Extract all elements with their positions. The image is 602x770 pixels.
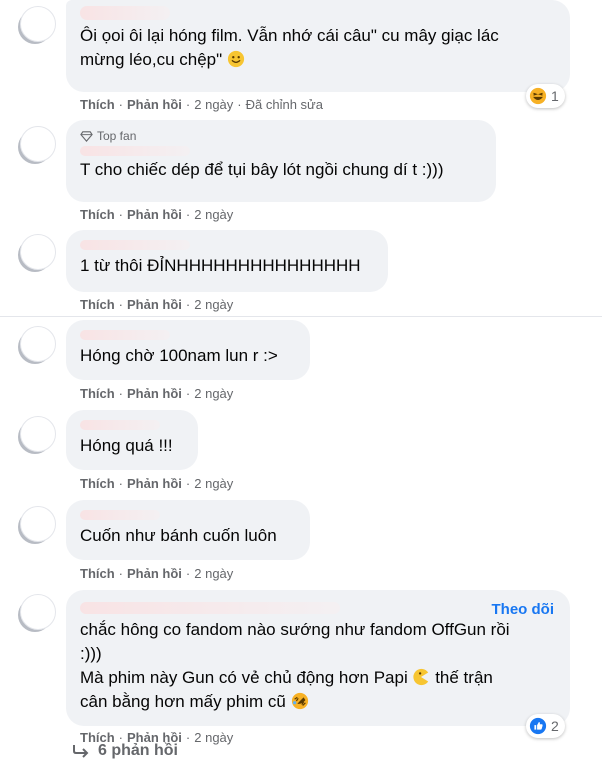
- comment-bubble: 1 từ thôi ĐỈNHHHHHHHHHHHHHHH: [66, 230, 388, 292]
- pacman-emoji-icon: [413, 668, 429, 686]
- avatar[interactable]: [20, 6, 56, 42]
- reply-button[interactable]: Phản hồi: [127, 566, 182, 581]
- comment-text: T cho chiếc dép để tụi bây lót ngồi chun…: [80, 160, 444, 179]
- avatar[interactable]: [20, 416, 56, 452]
- reaction-summary[interactable]: 1: [526, 84, 565, 108]
- reply-arrow-icon: [73, 745, 89, 758]
- timestamp[interactable]: 2 ngày: [194, 386, 233, 401]
- comment-bubble: Ôi ọoi ôi lại hóng film. Vẫn nhớ cái câu…: [66, 0, 570, 92]
- author-name-blurred[interactable]: [80, 330, 170, 340]
- like-button[interactable]: Thích: [80, 297, 115, 312]
- separator: ·: [185, 207, 191, 222]
- avatar[interactable]: [20, 506, 56, 542]
- separator: ·: [118, 97, 124, 112]
- like-button[interactable]: Thích: [80, 476, 115, 491]
- separator: ·: [118, 386, 124, 401]
- replies-count-label: 6 phản hồi: [98, 742, 178, 759]
- comment-text-line: chắc hông co fandom nào sướng như fandom…: [80, 620, 510, 639]
- author-name-blurred[interactable]: [80, 510, 160, 520]
- timestamp[interactable]: 2 ngày: [194, 476, 233, 491]
- comment-actions: Thích · Phản hồi · 2 ngày · Đã chỉnh sửa: [80, 97, 323, 113]
- reaction-count: 2: [551, 718, 559, 734]
- avatar[interactable]: [20, 326, 56, 362]
- haha-reaction-icon: [529, 87, 547, 105]
- separator: ·: [118, 566, 124, 581]
- avatar[interactable]: [20, 594, 56, 630]
- rofl-emoji-icon: [291, 692, 308, 710]
- reaction-count: 1: [551, 88, 559, 104]
- separator: ·: [185, 476, 191, 491]
- timestamp[interactable]: 2 ngày: [194, 297, 233, 312]
- comment-text: Cuốn như bánh cuốn luôn: [80, 526, 277, 545]
- separator: ·: [118, 207, 124, 222]
- comment-actions: Thích · Phản hồi · 2 ngày: [80, 476, 233, 492]
- separator: ·: [185, 566, 191, 581]
- author-name-blurred[interactable]: [80, 420, 160, 430]
- comment-bubble: Hóng chờ 100nam lun r :>: [66, 320, 310, 380]
- avatar[interactable]: [20, 126, 56, 162]
- comment-text-line: mừng léo,cu chệp": [80, 48, 556, 72]
- author-name-blurred[interactable]: [80, 6, 170, 20]
- comment-actions: Thích · Phản hồi · 2 ngày: [80, 566, 233, 582]
- like-reaction-icon: [529, 717, 547, 735]
- author-name-blurred[interactable]: [80, 146, 190, 156]
- diamond-icon: [80, 130, 93, 142]
- comment-text: Hóng quá !!!: [80, 436, 173, 455]
- comment-actions: Thích · Phản hồi · 2 ngày: [80, 297, 233, 313]
- comment-text: 1 từ thôi ĐỈNHHHHHHHHHHHHHHH: [80, 256, 361, 275]
- comment-bubble: Hóng quá !!!: [66, 410, 198, 470]
- reply-button[interactable]: Phản hồi: [127, 297, 182, 312]
- edited-label: Đã chỉnh sửa: [245, 97, 323, 112]
- comment-bubble: Top fan T cho chiếc dép để tụi bây lót n…: [66, 120, 496, 202]
- comment-actions: Thích · Phản hồi · 2 ngày: [80, 207, 233, 223]
- separator: ·: [118, 476, 124, 491]
- comment-text-line: Ôi ọoi ôi lại hóng film. Vẫn nhớ cái câu…: [80, 26, 499, 45]
- like-button[interactable]: Thích: [80, 566, 115, 581]
- avatar[interactable]: [20, 234, 56, 270]
- comment-text-line: :))): [80, 644, 102, 663]
- comment-text-line: Mà phim này Gun có vẻ chủ động hơn Papi …: [80, 668, 493, 687]
- top-fan-badge: Top fan: [80, 128, 482, 144]
- timestamp[interactable]: 2 ngày: [194, 730, 233, 745]
- view-replies-link[interactable]: 6 phản hồi: [72, 742, 178, 760]
- separator: ·: [237, 97, 242, 112]
- smile-emoji-icon: [227, 50, 245, 68]
- reply-button[interactable]: Phản hồi: [127, 97, 182, 112]
- comment-text: Hóng chờ 100nam lun r :>: [80, 346, 278, 365]
- comment-bubble: Cuốn như bánh cuốn luôn: [66, 500, 310, 560]
- comment-text-line: cân bằng hơn mấy phim cũ: [80, 690, 556, 714]
- timestamp[interactable]: 2 ngày: [194, 97, 233, 112]
- author-name-blurred[interactable]: [80, 602, 340, 614]
- reaction-summary[interactable]: 2: [526, 714, 565, 738]
- separator: ·: [118, 297, 124, 312]
- comment-bubble: Theo dõi chắc hông co fandom nào sướng n…: [66, 590, 570, 726]
- divider: [0, 316, 602, 317]
- top-fan-label: Top fan: [97, 129, 137, 143]
- reply-button[interactable]: Phản hồi: [127, 386, 182, 401]
- separator: ·: [185, 97, 191, 112]
- timestamp[interactable]: 2 ngày: [194, 566, 233, 581]
- separator: ·: [185, 386, 191, 401]
- follow-button[interactable]: Theo dõi: [492, 598, 555, 622]
- like-button[interactable]: Thích: [80, 207, 115, 222]
- separator: ·: [185, 297, 191, 312]
- comment-actions: Thích · Phản hồi · 2 ngày: [80, 386, 233, 402]
- like-button[interactable]: Thích: [80, 386, 115, 401]
- reply-button[interactable]: Phản hồi: [127, 476, 182, 491]
- like-button[interactable]: Thích: [80, 97, 115, 112]
- timestamp[interactable]: 2 ngày: [194, 207, 233, 222]
- reply-button[interactable]: Phản hồi: [127, 207, 182, 222]
- separator: ·: [185, 730, 191, 745]
- author-name-blurred[interactable]: [80, 240, 190, 250]
